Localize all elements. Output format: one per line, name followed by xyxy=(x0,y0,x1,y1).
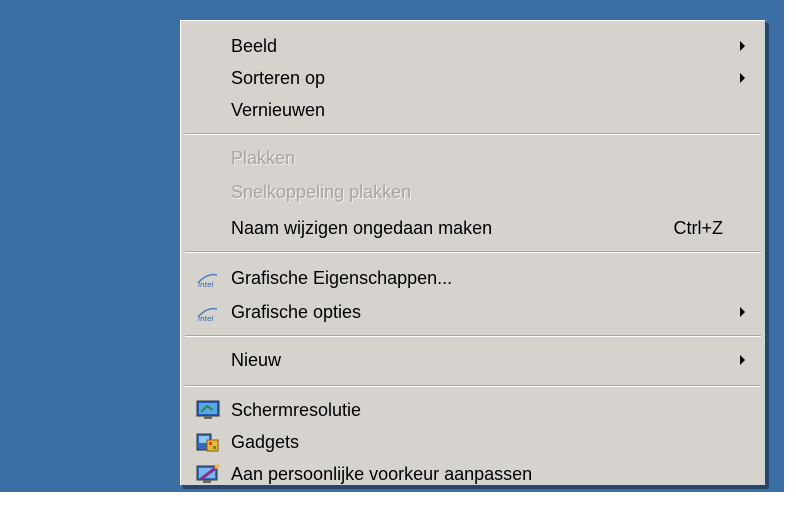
menu-item-nieuw[interactable]: Nieuw xyxy=(183,345,763,375)
menu-item-sorteren-op[interactable]: Sorteren op xyxy=(183,63,763,93)
menu-item-label: Beeld xyxy=(231,35,278,56)
menu-item-label: Naam wijzigen ongedaan maken xyxy=(231,217,493,238)
menu-item-label: Gadgets xyxy=(231,431,300,452)
menu-item-schermresolutie[interactable]: Schermresolutie xyxy=(183,395,763,425)
menu-item-label: Snelkoppeling plakken xyxy=(231,181,412,202)
menu-item-label: Sorteren op xyxy=(231,67,326,88)
menu-separator xyxy=(185,335,761,337)
menu-item-label: Vernieuwen xyxy=(231,99,326,120)
menu-separator xyxy=(185,385,761,387)
menu-item-label: Schermresolutie xyxy=(231,399,362,420)
menu-separator xyxy=(185,133,761,135)
menu-item-plakken: Plakken xyxy=(183,143,763,173)
gadgets-icon xyxy=(196,433,219,452)
menu-item-gadgets[interactable]: Gadgets xyxy=(183,427,763,457)
menu-item-snelkoppeling-plakken: Snelkoppeling plakken xyxy=(183,177,763,207)
intel-graphics-icon: intel xyxy=(197,273,218,289)
personalize-icon xyxy=(196,463,220,483)
menu-item-label: Plakken xyxy=(231,147,296,168)
menu-item-shortcut: Ctrl+Z xyxy=(673,217,724,238)
menu-item-naam-wijzigen-ongedaan-maken[interactable]: Naam wijzigen ongedaan maken Ctrl+Z xyxy=(183,213,763,243)
menu-item-label: Nieuw xyxy=(231,349,282,370)
submenu-arrow-icon xyxy=(740,307,745,317)
menu-item-aan-persoonlijke-voorkeur-aanpassen[interactable]: Aan persoonlijke voorkeur aanpassen xyxy=(183,459,763,489)
screen-resolution-icon xyxy=(196,400,220,419)
menu-item-beeld[interactable]: Beeld xyxy=(183,31,763,61)
menu-item-vernieuwen[interactable]: Vernieuwen xyxy=(183,95,763,125)
svg-text:intel: intel xyxy=(198,281,213,289)
menu-item-label: Grafische opties xyxy=(231,301,362,322)
submenu-arrow-icon xyxy=(740,73,745,83)
menu-item-grafische-eigenschappen[interactable]: intel Grafische Eigenschappen... xyxy=(183,263,763,293)
submenu-arrow-icon xyxy=(740,355,745,365)
submenu-arrow-icon xyxy=(740,41,745,51)
desktop-context-menu: Beeld Sorteren op Vernieuwen Plakken Sne… xyxy=(180,20,766,486)
menu-item-label: Aan persoonlijke voorkeur aanpassen xyxy=(231,463,533,484)
svg-text:intel: intel xyxy=(198,315,213,323)
menu-separator xyxy=(185,251,761,253)
intel-graphics-icon: intel xyxy=(197,307,218,323)
menu-item-label: Grafische Eigenschappen... xyxy=(231,267,453,288)
menu-item-grafische-opties[interactable]: intel Grafische opties xyxy=(183,297,763,327)
